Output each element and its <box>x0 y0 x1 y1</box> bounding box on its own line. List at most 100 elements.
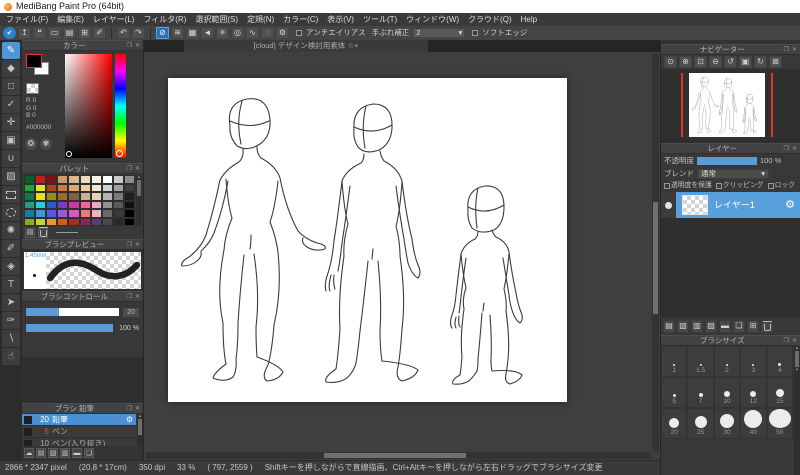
blend-mode-dropdown[interactable]: 通常 ▾ <box>697 168 769 179</box>
close-icon[interactable]: ✕ <box>135 166 140 172</box>
palette-swatch[interactable] <box>123 217 135 226</box>
sv-marker[interactable] <box>66 151 72 157</box>
add-folder-icon[interactable]: ▨ <box>705 319 717 333</box>
softedge-checkbox[interactable] <box>472 30 479 36</box>
palette-swatch[interactable] <box>57 175 69 184</box>
gear-icon[interactable]: ⚙ <box>785 199 795 211</box>
palette-swatch[interactable] <box>123 209 135 218</box>
delete-layer-icon[interactable] <box>761 319 773 333</box>
palette-swatch[interactable] <box>101 209 113 218</box>
menu-item[interactable]: ウィンドウ(W) <box>406 15 459 24</box>
palette-swatch[interactable] <box>90 183 102 192</box>
checkbox[interactable] <box>767 182 774 189</box>
add-layer-icon[interactable]: ▤ <box>663 319 675 333</box>
palette-swatch[interactable] <box>101 183 113 192</box>
palette-swatch[interactable] <box>101 192 113 201</box>
chat-icon[interactable]: ▭ <box>48 27 61 39</box>
palette-swatch[interactable] <box>112 209 124 218</box>
operation-tool[interactable]: ➤ <box>2 294 20 311</box>
document-icon[interactable]: ▤ <box>63 27 76 39</box>
palette-swatch[interactable] <box>79 175 91 184</box>
menu-item[interactable]: レイヤー(L) <box>93 15 135 24</box>
palette-swatch[interactable] <box>57 200 69 209</box>
layer-option[interactable]: ロック <box>767 182 795 190</box>
brush-tool[interactable]: ✎ <box>2 42 20 59</box>
brush-size-cell[interactable]: 20 <box>661 408 688 439</box>
zoom-actual-icon[interactable]: ⊙ <box>664 56 677 68</box>
scrollbar-thumb[interactable] <box>138 419 142 435</box>
palette-swatch[interactable] <box>68 217 80 226</box>
brush-size-cell[interactable]: 10 <box>713 377 741 408</box>
brush-size-cell[interactable]: 12 <box>740 377 767 408</box>
palette-swatch[interactable] <box>101 175 113 184</box>
palette-swatch[interactable] <box>90 200 102 209</box>
menu-item[interactable]: フィルタ(R) <box>143 15 186 24</box>
zoom-in-icon[interactable]: ⊕ <box>679 56 692 68</box>
lasso-tool[interactable] <box>2 204 20 221</box>
layer-visibility[interactable] <box>661 192 676 218</box>
palette-swatch[interactable] <box>35 192 47 201</box>
brush-size-cell[interactable]: 30 <box>713 408 741 439</box>
color-set-icon[interactable]: ✾ <box>40 138 52 150</box>
cloud-status-icon[interactable]: ✔ <box>3 27 16 39</box>
cross-snap-icon[interactable]: ◄ <box>201 27 214 39</box>
close-icon[interactable]: ✕ <box>792 146 797 152</box>
menu-item[interactable]: ツール(T) <box>363 15 397 24</box>
menu-item[interactable]: クラウド(Q) <box>468 15 512 24</box>
palette-swatch[interactable] <box>35 209 47 218</box>
palette-swatch[interactable] <box>112 183 124 192</box>
color-wheel-icon[interactable]: ❂ <box>25 138 37 150</box>
palette-swatch[interactable] <box>68 200 80 209</box>
pen-tool[interactable]: ✑ <box>2 312 20 329</box>
fg-bg-swatches[interactable] <box>25 54 55 80</box>
eyedropper-tool[interactable]: ∖ <box>2 330 20 347</box>
palette-swatch[interactable] <box>35 175 47 184</box>
palette-swatch[interactable] <box>112 200 124 209</box>
ellipse-snap-icon[interactable]: ◌ <box>261 27 274 39</box>
palette-swatch[interactable] <box>123 175 135 184</box>
transform-tool[interactable]: ✛ <box>2 114 20 131</box>
brush-opacity-slider[interactable] <box>26 324 113 332</box>
foreground-color-swatch[interactable] <box>26 54 42 68</box>
lock-icon[interactable]: ⊠ <box>769 56 782 68</box>
brush-size-cell[interactable]: 1 <box>661 346 688 377</box>
antialias-checkbox[interactable] <box>296 30 302 36</box>
palette-swatch[interactable] <box>123 183 135 192</box>
scrollbar-thumb[interactable] <box>795 351 799 367</box>
brush-folder-icon[interactable]: ▬ <box>72 448 82 458</box>
curve-snap-icon[interactable]: ∿ <box>246 27 259 39</box>
popout-icon[interactable]: ❐ <box>127 43 132 49</box>
menu-item[interactable]: 編集(E) <box>57 15 84 24</box>
popout-icon[interactable]: ❐ <box>127 294 132 300</box>
palette-swatch[interactable] <box>112 192 124 201</box>
brush-script-icon[interactable]: ▧ <box>48 448 58 458</box>
palette-swatch[interactable] <box>46 217 58 226</box>
close-icon[interactable]: ✕ <box>792 338 797 344</box>
palette-swatch[interactable] <box>79 209 91 218</box>
move-tool[interactable]: ✓ <box>2 96 20 113</box>
palette-swatch[interactable] <box>90 217 102 226</box>
brush-size-slider[interactable] <box>26 308 119 316</box>
palette-swatch[interactable] <box>35 183 47 192</box>
popout-icon[interactable]: ❐ <box>127 406 132 412</box>
scrollbar-thumb[interactable] <box>137 180 141 196</box>
close-icon[interactable]: ✕ <box>135 406 140 412</box>
close-icon[interactable]: ✕ <box>135 294 140 300</box>
palette-swatch[interactable] <box>57 192 69 201</box>
eraser-tool[interactable]: ◆ <box>2 60 20 77</box>
palette-swatch[interactable] <box>57 183 69 192</box>
snap-settings-icon[interactable]: ⚙ <box>276 27 289 39</box>
layer-row[interactable]: レイヤー1 ⚙ <box>661 192 800 218</box>
brush-list-item[interactable]: 20 鉛筆 ⚙ <box>22 414 136 426</box>
menu-item[interactable]: ファイル(F) <box>6 15 48 24</box>
palette-swatch[interactable] <box>112 175 124 184</box>
palette-swatch[interactable] <box>79 192 91 201</box>
palette-swatch[interactable] <box>123 200 135 209</box>
palette-swatch[interactable] <box>24 192 36 201</box>
palette-swatch[interactable] <box>79 217 91 226</box>
dot-tool[interactable]: □ <box>2 78 20 95</box>
magic-wand-tool[interactable]: ✺ <box>2 222 20 239</box>
select-pen-tool[interactable]: ✐ <box>2 240 20 257</box>
palette-swatch[interactable] <box>57 217 69 226</box>
popout-icon[interactable]: ❐ <box>784 47 789 53</box>
